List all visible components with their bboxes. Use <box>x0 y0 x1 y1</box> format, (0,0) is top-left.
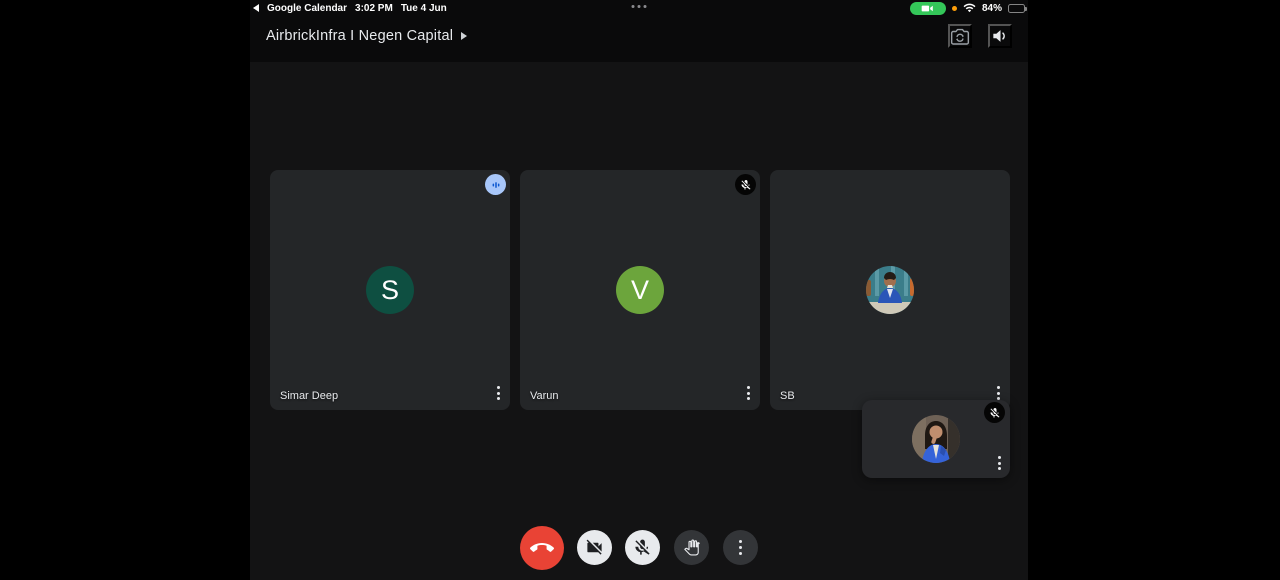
speaking-indicator-icon <box>485 174 506 195</box>
participant-name: Varun <box>530 390 559 402</box>
meeting-header: AirbrickInfra I Negen Capital <box>250 16 1028 56</box>
chevron-right-icon <box>461 32 467 40</box>
more-options-button[interactable] <box>723 530 758 565</box>
status-date: Tue 4 Jun <box>401 3 447 14</box>
back-triangle-icon <box>253 4 259 12</box>
self-muted-indicator <box>984 402 1005 423</box>
camera-flip-icon <box>950 27 970 46</box>
videocam-off-icon <box>585 538 604 557</box>
videocam-glyph <box>921 4 934 13</box>
meet-app-screen: Google Calendar 3:02 PM Tue 4 Jun 84% <box>250 0 1028 580</box>
tile-options-button[interactable] <box>745 384 752 402</box>
speaker-button[interactable] <box>988 24 1012 48</box>
call-end-icon <box>530 536 554 560</box>
meeting-title: AirbrickInfra I Negen Capital <box>266 28 453 44</box>
back-to-app-button[interactable]: Google Calendar 3:02 PM Tue 4 Jun <box>253 3 447 14</box>
mic-off-icon <box>740 179 752 191</box>
participant-tile-varun[interactable]: V Varun <box>520 170 760 410</box>
battery-icon <box>1008 4 1025 13</box>
mic-off-icon <box>989 407 1001 419</box>
flip-camera-button[interactable] <box>948 24 972 48</box>
vertical-ellipsis-icon <box>737 538 745 558</box>
wifi-icon <box>963 3 976 13</box>
camera-toggle-button[interactable] <box>577 530 612 565</box>
end-call-button[interactable] <box>520 526 564 570</box>
avatar-photo <box>866 266 914 314</box>
mic-toggle-button[interactable] <box>625 530 660 565</box>
battery-percent: 84% <box>982 3 1002 14</box>
status-indicators: 84% <box>910 2 1025 15</box>
raise-hand-button[interactable] <box>674 530 709 565</box>
audio-level-icon <box>490 179 502 191</box>
ipad-screenshot: Google Calendar 3:02 PM Tue 4 Jun 84% <box>0 0 1280 580</box>
avatar-initial: S <box>381 275 399 306</box>
avatar: V <box>616 266 664 314</box>
camera-in-use-pill-icon[interactable] <box>910 2 946 15</box>
meeting-title-button[interactable]: AirbrickInfra I Negen Capital <box>266 28 467 44</box>
raised-hand-icon <box>683 539 700 556</box>
participant-name: SB <box>780 390 795 402</box>
back-app-label: Google Calendar <box>267 3 347 14</box>
muted-indicator <box>735 174 756 195</box>
participant-name: Simar Deep <box>280 390 338 402</box>
self-options-button[interactable] <box>996 454 1003 472</box>
speaker-icon <box>990 26 1010 46</box>
tile-options-button[interactable] <box>495 384 502 402</box>
mic-off-icon <box>633 538 652 557</box>
mic-in-use-dot-icon <box>952 6 957 11</box>
avatar: S <box>366 266 414 314</box>
sb-profile-photo <box>866 266 914 314</box>
self-profile-photo <box>912 415 960 463</box>
avatar-initial: V <box>631 275 649 306</box>
participant-tile-simar-deep[interactable]: S Simar Deep <box>270 170 510 410</box>
ios-status-bar: Google Calendar 3:02 PM Tue 4 Jun 84% <box>250 0 1028 16</box>
self-avatar-photo <box>912 415 960 463</box>
participant-tile-sb[interactable]: SB <box>770 170 1010 410</box>
multitask-handle-icon[interactable] <box>632 5 647 8</box>
status-time: 3:02 PM <box>355 3 393 14</box>
self-view-tile[interactable] <box>862 400 1010 478</box>
